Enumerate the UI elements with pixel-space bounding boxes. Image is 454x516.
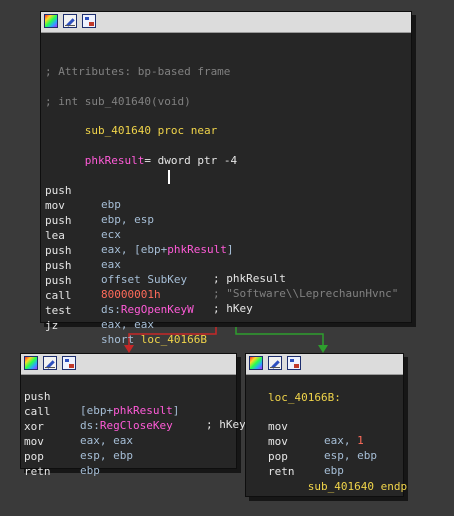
- block-titlebar: [41, 12, 411, 33]
- operand: eax, eax: [101, 318, 154, 331]
- endp-proc-name[interactable]: sub_401640: [308, 480, 374, 493]
- location-label[interactable]: loc_40166B:: [268, 391, 341, 405]
- operand: ebp: [101, 198, 121, 211]
- endp-declaration: sub_401640 endp: [268, 466, 407, 493]
- proc-declaration: sub_401640 proc near: [45, 110, 217, 137]
- block-titlebar: [246, 354, 403, 375]
- graph-icon[interactable]: [62, 356, 76, 370]
- graph-icon[interactable]: [82, 14, 96, 28]
- instruction-row[interactable]: push offset SubKey ; "Software\\Leprecha…: [45, 245, 398, 300]
- local-var-name[interactable]: phkResult: [85, 154, 145, 167]
- operand: esp, ebp: [324, 449, 377, 462]
- edit-icon[interactable]: [43, 356, 57, 370]
- instruction-row[interactable]: pop ebp: [268, 436, 344, 477]
- attributes-comment: ; Attributes: bp-based frame: [45, 65, 231, 78]
- true-branch-arrow: [318, 345, 328, 353]
- operand: ebp, esp: [101, 213, 154, 226]
- operand: ecx: [101, 228, 121, 241]
- operand: ds:RegCloseKey: [80, 419, 173, 432]
- endp-keyword: endp: [380, 480, 408, 493]
- main-code-block[interactable]: ; Attributes: bp-based frame ; int sub_4…: [40, 11, 412, 346]
- operand: ebp: [80, 464, 100, 477]
- jump-target-label[interactable]: loc_40166B: [141, 333, 207, 346]
- instruction-row[interactable]: push ecx: [45, 200, 121, 241]
- instruction-row[interactable]: mov esp, ebp: [24, 421, 133, 462]
- block-titlebar: [21, 354, 236, 375]
- palette-icon[interactable]: [249, 356, 263, 370]
- mnemonic: jz: [45, 319, 59, 332]
- text-cursor: [168, 170, 170, 184]
- operand: eax, 1: [324, 434, 364, 447]
- instruction-row[interactable]: mov esp, ebp: [268, 421, 377, 462]
- edit-icon[interactable]: [63, 14, 77, 28]
- instruction-row[interactable]: jz short loc_40166B: [45, 305, 207, 346]
- instruction-row[interactable]: lea eax, [ebp+phkResult]: [45, 215, 233, 256]
- instruction-row[interactable]: push 80000001h ; hKey: [45, 260, 253, 315]
- edit-icon[interactable]: [268, 356, 282, 370]
- local-var-decl: phkResult= dword ptr -4: [45, 140, 237, 167]
- branch-target-code-block[interactable]: loc_40166B: mov eax, 1 mov esp, ebp pop …: [245, 353, 407, 497]
- instruction-row[interactable]: retn: [24, 451, 64, 478]
- instruction-row[interactable]: xor eax, eax: [24, 406, 133, 447]
- instruction-row[interactable]: test eax, eax: [45, 290, 154, 331]
- mnemonic: retn: [24, 465, 51, 478]
- instruction-row[interactable]: retn: [268, 451, 308, 478]
- comment: ; "Software\\LeprechaunHvnc": [213, 287, 399, 300]
- operand: eax: [101, 258, 121, 271]
- instruction-row[interactable]: mov ebp, esp: [45, 185, 154, 226]
- instruction-row[interactable]: mov eax, 1: [268, 406, 364, 447]
- true-branch-edge: [235, 322, 324, 346]
- instruction-row[interactable]: push ebp: [45, 170, 121, 211]
- instruction-row[interactable]: push eax ; phkResult: [45, 230, 286, 285]
- fallthrough-code-block[interactable]: push [ebp+phkResult] ; hKey call ds:RegC…: [20, 353, 246, 478]
- local-var-type: = dword ptr -4: [144, 154, 238, 167]
- operand: ds:RegOpenKeyW: [101, 303, 194, 316]
- operand: offset SubKey: [101, 273, 188, 286]
- operand: short loc_40166B: [101, 333, 207, 346]
- operand: [ebp+phkResult]: [80, 404, 180, 417]
- instruction-row[interactable]: pop ebp: [24, 436, 100, 477]
- comment: ; phkResult: [213, 272, 286, 285]
- operand: esp, ebp: [80, 449, 133, 462]
- instruction-row[interactable]: call ds:RegOpenKeyW: [45, 275, 194, 316]
- operand: 80000001h: [101, 288, 161, 301]
- instruction-row[interactable]: call ds:RegCloseKey: [24, 391, 173, 432]
- proc-keyword: proc near: [157, 124, 218, 137]
- instruction-row[interactable]: push [ebp+phkResult] ; hKey: [24, 376, 246, 431]
- proc-name[interactable]: sub_401640: [85, 124, 151, 137]
- operand: eax, eax: [80, 434, 133, 447]
- operand: eax, [ebp+phkResult]: [101, 243, 234, 256]
- graph-icon[interactable]: [287, 356, 301, 370]
- palette-icon[interactable]: [44, 14, 58, 28]
- comment: ; hKey: [213, 302, 253, 315]
- palette-icon[interactable]: [24, 356, 38, 370]
- comment: ; hKey: [206, 418, 246, 431]
- signature-comment: ; int sub_401640(void): [45, 95, 191, 108]
